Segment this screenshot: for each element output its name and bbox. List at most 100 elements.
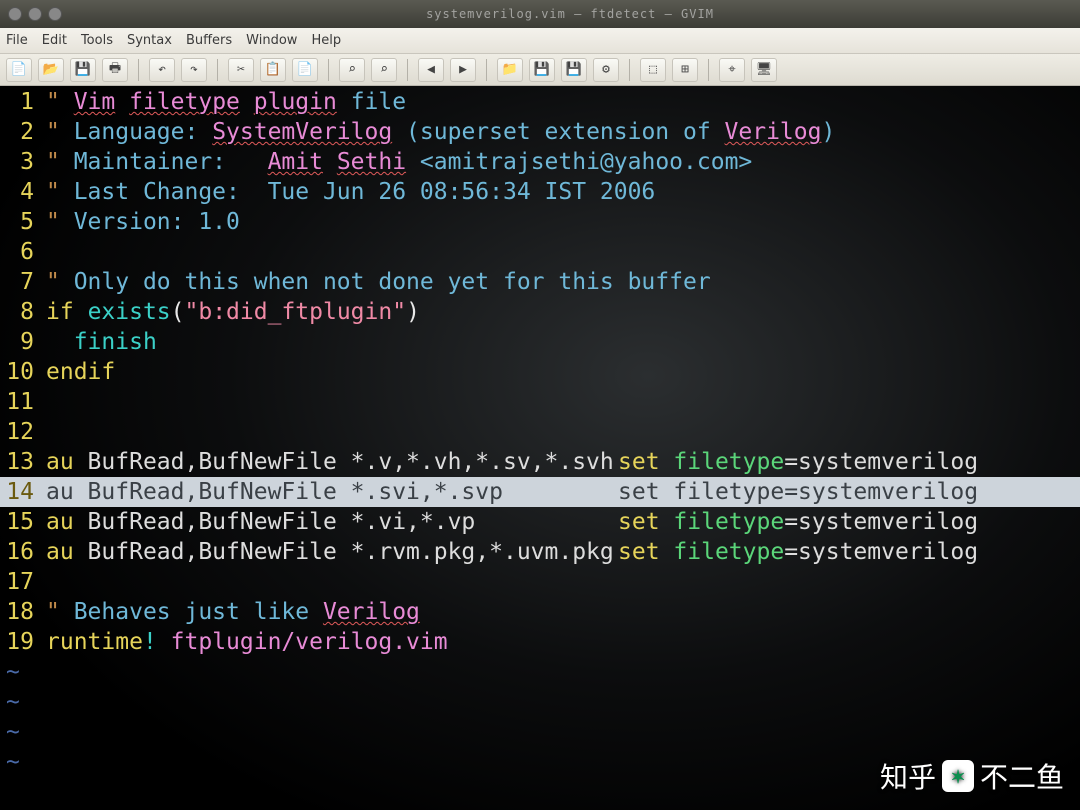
token: ) — [821, 119, 835, 145]
code-content[interactable]: au BufRead,BufNewFile *.svi,*.svpset fil… — [46, 477, 1080, 507]
line-number: 8 — [0, 297, 46, 327]
code-line[interactable]: 5" Version: 1.0 — [0, 207, 1080, 237]
toolbar-button-5[interactable]: ↶ — [149, 58, 175, 82]
toolbar-separator — [407, 59, 408, 81]
line-number: 14 — [0, 477, 46, 507]
toolbar-button-24[interactable]: ⊞ — [672, 58, 698, 82]
menu-item-syntax[interactable]: Syntax — [127, 33, 172, 48]
code-content[interactable] — [46, 567, 1080, 597]
code-content[interactable]: " Only do this when not done yet for thi… — [46, 267, 1080, 297]
toolbar-button-26[interactable]: ⌖ — [719, 58, 745, 82]
code-content[interactable]: " Vim filetype plugin file — [46, 87, 1080, 117]
window-button-min-icon[interactable] — [28, 7, 42, 21]
toolbar-button-21[interactable]: ⚙ — [593, 58, 619, 82]
code-line[interactable]: 18" Behaves just like Verilog — [0, 597, 1080, 627]
token: au — [46, 539, 74, 565]
aligned-right: set filetype=systemverilog — [618, 447, 978, 477]
code-line[interactable]: 2" Language: SystemVerilog (superset ext… — [0, 117, 1080, 147]
menu-item-edit[interactable]: Edit — [42, 33, 67, 48]
empty-line-tilde: ~ — [0, 687, 1080, 717]
code-content[interactable]: " Last Change: Tue Jun 26 08:56:34 IST 2… — [46, 177, 1080, 207]
toolbar-button-6[interactable]: ↷ — [181, 58, 207, 82]
code-content[interactable]: finish — [46, 327, 1080, 357]
code-content[interactable]: " Language: SystemVerilog (superset exte… — [46, 117, 1080, 147]
toolbar-button-0[interactable]: 📄 — [6, 58, 32, 82]
token: =systemverilog — [784, 479, 978, 505]
watermark-prefix: 知乎 — [880, 756, 936, 796]
code-line[interactable]: 12 — [0, 417, 1080, 447]
toolbar-button-16[interactable]: ▶ — [450, 58, 476, 82]
code-line[interactable]: 15au BufRead,BufNewFile *.vi,*.vpset fil… — [0, 507, 1080, 537]
toolbar-button-20[interactable]: 💾 — [561, 58, 587, 82]
toolbar-button-18[interactable]: 📁 — [497, 58, 523, 82]
token: endif — [46, 359, 115, 385]
code-content[interactable]: " Maintainer: Amit Sethi <amitrajsethi@y… — [46, 147, 1080, 177]
token: ! — [143, 629, 157, 655]
window-button-max-icon[interactable] — [48, 7, 62, 21]
toolbar-button-1[interactable]: 📂 — [38, 58, 64, 82]
code-line[interactable]: 6 — [0, 237, 1080, 267]
toolbar-button-23[interactable]: ⬚ — [640, 58, 666, 82]
token — [660, 449, 674, 475]
token: filetype — [673, 539, 784, 565]
toolbar-button-3[interactable]: 🖶 — [102, 58, 128, 82]
token: Behaves just like — [74, 599, 323, 625]
code-content[interactable] — [46, 417, 1080, 447]
code-line[interactable]: 7" Only do this when not done yet for th… — [0, 267, 1080, 297]
toolbar-button-13[interactable]: ⌕ — [371, 58, 397, 82]
token: ) — [406, 299, 420, 325]
token: Verilog — [323, 599, 420, 625]
code-line[interactable]: 13au BufRead,BufNewFile *.v,*.vh,*.sv,*.… — [0, 447, 1080, 477]
toolbar-button-8[interactable]: ✂ — [228, 58, 254, 82]
token: " — [46, 89, 74, 115]
menu-item-window[interactable]: Window — [246, 33, 297, 48]
token: filetype — [673, 449, 784, 475]
code-content[interactable]: endif — [46, 357, 1080, 387]
toolbar-separator — [708, 59, 709, 81]
toolbar-button-2[interactable]: 💾 — [70, 58, 96, 82]
code-line[interactable]: 17 — [0, 567, 1080, 597]
code-content[interactable] — [46, 387, 1080, 417]
token: filetype — [129, 89, 240, 115]
menu-item-file[interactable]: File — [6, 33, 28, 48]
code-line[interactable]: 3" Maintainer: Amit Sethi <amitrajsethi@… — [0, 147, 1080, 177]
code-content[interactable]: au BufRead,BufNewFile *.v,*.vh,*.sv,*.sv… — [46, 447, 1080, 477]
code-line[interactable]: 9 finish — [0, 327, 1080, 357]
code-content[interactable]: " Version: 1.0 — [46, 207, 1080, 237]
code-line[interactable]: 14au BufRead,BufNewFile *.svi,*.svpset f… — [0, 477, 1080, 507]
code-content[interactable] — [46, 237, 1080, 267]
code-line[interactable]: 11 — [0, 387, 1080, 417]
code-content[interactable]: au BufRead,BufNewFile *.vi,*.vpset filet… — [46, 507, 1080, 537]
code-line[interactable]: 8if exists("b:did_ftplugin") — [0, 297, 1080, 327]
token: " — [46, 599, 74, 625]
token: ( — [171, 299, 185, 325]
code-content[interactable]: au BufRead,BufNewFile *.rvm.pkg,*.uvm.pk… — [46, 537, 1080, 567]
token: Vim — [74, 89, 116, 115]
code-content[interactable]: if exists("b:did_ftplugin") — [46, 297, 1080, 327]
line-number: 3 — [0, 147, 46, 177]
code-line[interactable]: 1" Vim filetype plugin file — [0, 87, 1080, 117]
window-button-close-icon[interactable] — [8, 7, 22, 21]
toolbar-separator — [486, 59, 487, 81]
toolbar-button-12[interactable]: ⌕ — [339, 58, 365, 82]
menu-item-tools[interactable]: Tools — [81, 33, 113, 48]
token: =systemverilog — [784, 449, 978, 475]
line-number: 6 — [0, 237, 46, 267]
menu-item-help[interactable]: Help — [311, 33, 341, 48]
token: Only do this when not done yet for this … — [74, 269, 711, 295]
toolbar-button-19[interactable]: 💾 — [529, 58, 555, 82]
toolbar-button-9[interactable]: 📋 — [260, 58, 286, 82]
token: "b:did_ftplugin" — [185, 299, 407, 325]
toolbar-button-27[interactable]: 🖥 — [751, 58, 777, 82]
code-content[interactable]: " Behaves just like Verilog — [46, 597, 1080, 627]
code-line[interactable]: 19runtime! ftplugin/verilog.vim — [0, 627, 1080, 657]
code-line[interactable]: 10endif — [0, 357, 1080, 387]
code-line[interactable]: 16au BufRead,BufNewFile *.rvm.pkg,*.uvm.… — [0, 537, 1080, 567]
code-line[interactable]: 4" Last Change: Tue Jun 26 08:56:34 IST … — [0, 177, 1080, 207]
code-content[interactable]: runtime! ftplugin/verilog.vim — [46, 627, 1080, 657]
token: Version: 1.0 — [74, 209, 240, 235]
editor-viewport[interactable]: 1" Vim filetype plugin file2" Language: … — [0, 86, 1080, 810]
toolbar-button-10[interactable]: 📄 — [292, 58, 318, 82]
menu-item-buffers[interactable]: Buffers — [186, 33, 232, 48]
toolbar-button-15[interactable]: ◀ — [418, 58, 444, 82]
